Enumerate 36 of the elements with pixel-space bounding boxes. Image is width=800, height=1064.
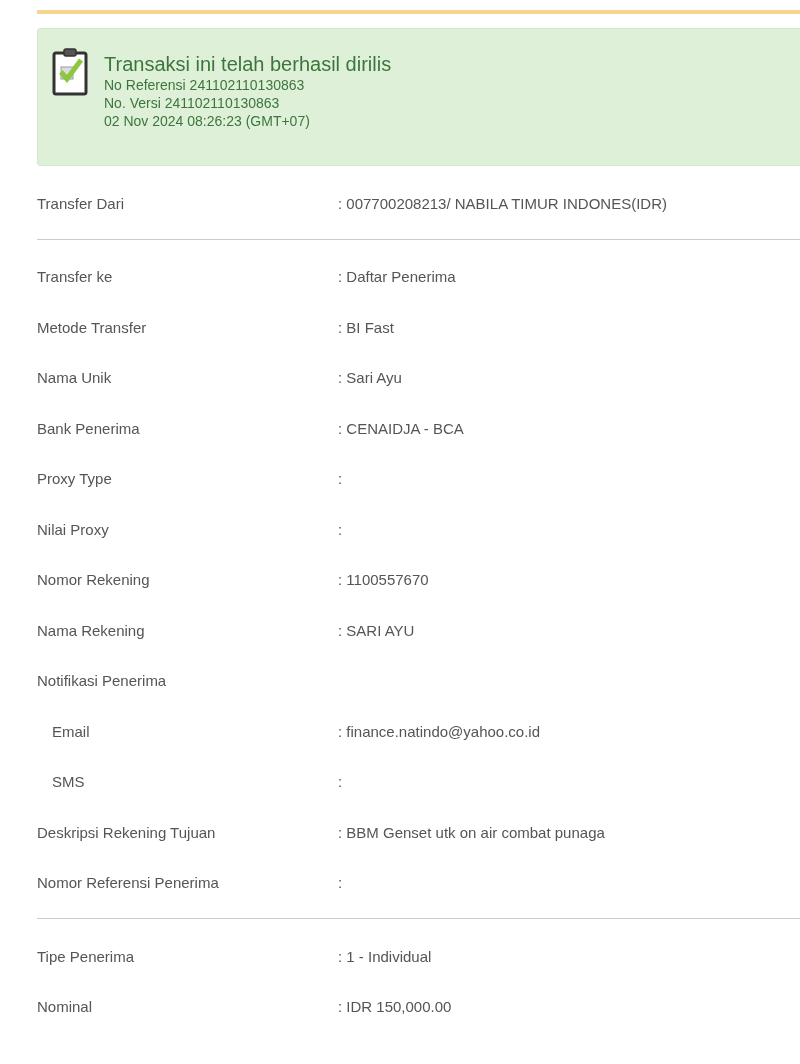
field-value: : CENAIDJA - BCA — [338, 419, 464, 437]
field-label: Notifikasi Penerima — [37, 672, 167, 690]
field-label: Transfer ke — [37, 268, 113, 286]
field-label: Metode Transfer — [37, 318, 147, 336]
field-value: : IDR 150,000.00 — [338, 998, 452, 1016]
field-label: Proxy Type — [37, 470, 112, 488]
alert-detail: 02 Nov 2024 08:26:23 (GMT+07) — [104, 112, 310, 130]
field-value: : 007700208213/ NABILA TIMUR INDONES(IDR) — [338, 194, 668, 212]
field-value: : — [338, 470, 343, 488]
field-label: SMS — [52, 773, 85, 791]
field-label: Nomor Rekening — [37, 571, 150, 589]
field-label: Nomor Referensi Penerima — [37, 874, 219, 892]
field-label: Nama Rekening — [37, 621, 145, 639]
field-value: : 1 - Individual — [338, 947, 432, 965]
field-label: Transfer Dari — [37, 194, 124, 212]
field-value: : — [338, 520, 343, 538]
field-value: : Daftar Penerima — [338, 268, 456, 286]
clipboard-check-icon — [52, 46, 88, 96]
field-label: Nominal — [37, 998, 93, 1016]
field-value: : — [338, 874, 343, 892]
field-label: Tipe Penerima — [37, 947, 134, 965]
field-value: : finance.natindo@yahoo.co.id — [338, 722, 541, 740]
field-label: Deskripsi Rekening Tujuan — [37, 823, 216, 841]
alert-detail: No Referensi 241102110130863 — [104, 76, 305, 94]
field-label: Nilai Proxy — [37, 520, 109, 538]
field-value: : — [338, 773, 343, 791]
field-label: Nama Unik — [37, 369, 112, 387]
field-value: : BI Fast — [338, 318, 394, 336]
field-value: : SARI AYU — [338, 621, 415, 639]
field-value: : Sari Ayu — [338, 369, 402, 387]
field-label: Bank Penerima — [37, 419, 140, 437]
field-label: Email — [52, 722, 90, 740]
field-value: : 1100557670 — [338, 571, 429, 589]
field-value: : BBM Genset utk on air combat punaga — [338, 823, 605, 841]
alert-title: Transaksi ini telah berhasil dirilis — [104, 52, 392, 76]
alert-detail: No. Versi 241102110130863 — [104, 94, 280, 112]
